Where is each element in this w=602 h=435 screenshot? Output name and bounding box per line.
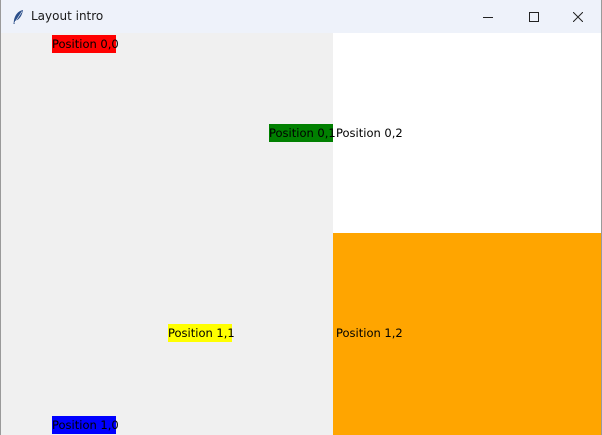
app-window: Layout intro Position 0,0 Position 0,1 P… [0, 0, 602, 435]
feather-icon [11, 9, 25, 25]
label-position-0-1: Position 0,1 [269, 124, 336, 142]
close-icon [572, 7, 584, 26]
label-position-1-0: Position 1,0 [52, 416, 119, 434]
close-button[interactable] [555, 0, 601, 33]
minimize-icon [483, 7, 493, 26]
label-position-0-0: Position 0,0 [52, 35, 119, 53]
maximize-button[interactable] [511, 0, 557, 33]
grid-layout: Position 0,0 Position 0,1 Position 0,2 P… [1, 33, 601, 435]
window-title: Layout intro [31, 9, 104, 23]
label-position-1-1: Position 1,1 [168, 324, 235, 342]
label-position-0-2: Position 0,2 [336, 126, 403, 140]
minimize-button[interactable] [465, 0, 511, 33]
title-bar[interactable]: Layout intro [1, 0, 601, 33]
label-position-1-2: Position 1,2 [336, 326, 403, 340]
maximize-icon [529, 7, 539, 26]
